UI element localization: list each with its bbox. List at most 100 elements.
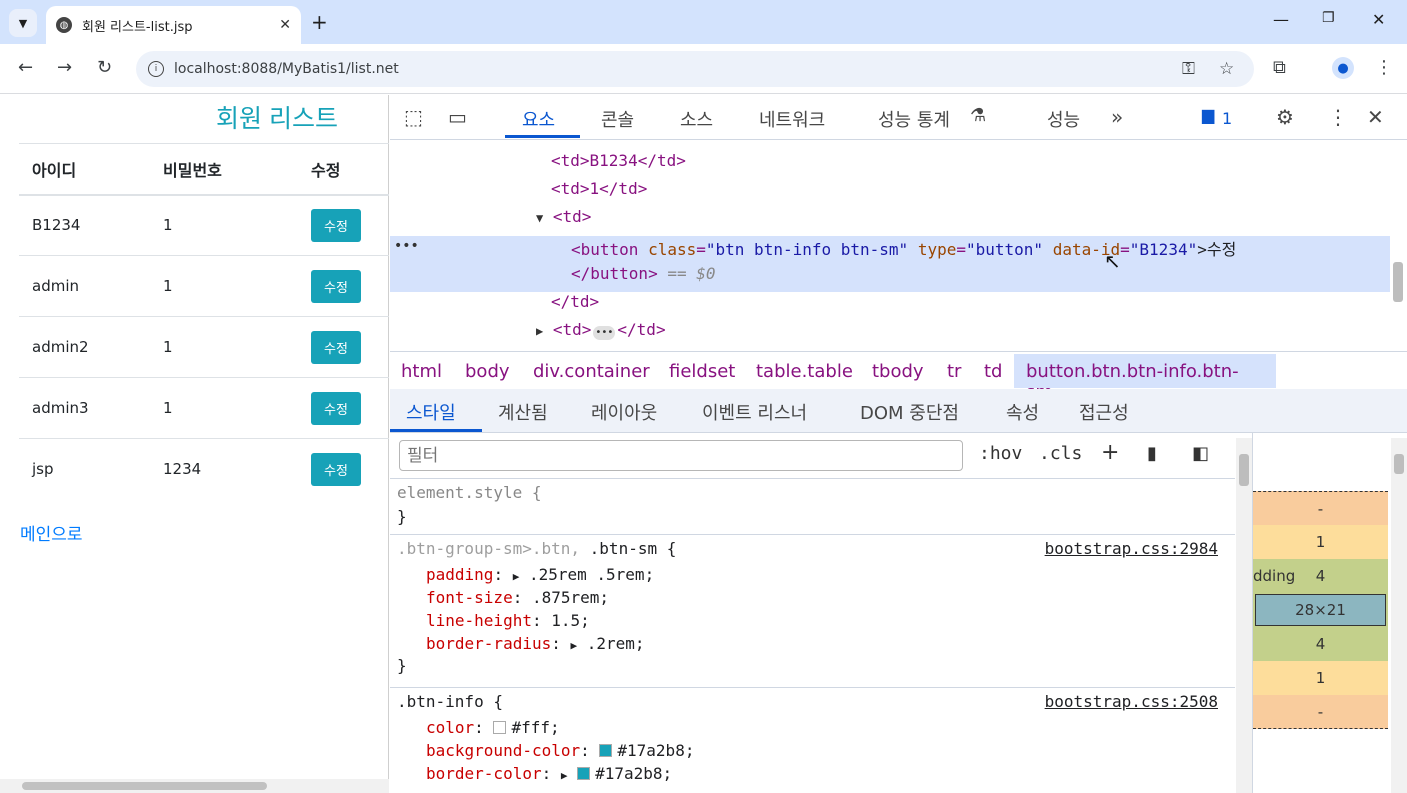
- edit-button[interactable]: 수정: [311, 208, 361, 242]
- devtools-menu-icon[interactable]: ⋮: [1328, 105, 1348, 129]
- new-rule-icon[interactable]: +: [1101, 440, 1119, 465]
- new-tab-button[interactable]: +: [311, 10, 328, 34]
- scrollbar-thumb[interactable]: [1394, 454, 1404, 474]
- css-declaration[interactable]: font-size: .875rem;: [426, 588, 609, 607]
- tab-performance[interactable]: 성능: [1047, 106, 1080, 132]
- edit-button[interactable]: 수정: [311, 269, 361, 303]
- tab-performance-insights[interactable]: 성능 통계: [878, 106, 950, 132]
- box-model-margin-bottom[interactable]: -: [1253, 695, 1388, 729]
- browser-tab[interactable]: ◍ 회원 리스트-list.jsp ✕: [46, 6, 301, 44]
- minimize-button[interactable]: —: [1273, 10, 1289, 29]
- dom-node-line[interactable]: <td>1</td>: [551, 179, 647, 198]
- paint-brush-icon[interactable]: ▮: [1147, 443, 1157, 464]
- rule-selector[interactable]: .btn-info {: [397, 692, 503, 711]
- css-declaration[interactable]: padding: ▶ .25rem .5rem;: [426, 565, 654, 584]
- extensions-icon[interactable]: ⧉: [1273, 57, 1286, 78]
- color-swatch-icon[interactable]: [577, 767, 591, 780]
- box-model-border-bottom[interactable]: 1: [1253, 661, 1388, 695]
- forward-button[interactable]: →: [57, 57, 72, 78]
- settings-gear-icon[interactable]: ⚙: [1276, 105, 1294, 129]
- tab-console[interactable]: 콘솔: [601, 106, 634, 132]
- css-declaration[interactable]: background-color: #17a2b8;: [426, 741, 694, 760]
- box-model-padding[interactable]: dding 4: [1253, 559, 1388, 593]
- tab-accessibility[interactable]: 접근성: [1079, 399, 1129, 425]
- node-actions-icon[interactable]: •••: [394, 238, 419, 254]
- tab-network[interactable]: 네트워크: [759, 106, 825, 132]
- breadcrumb-item[interactable]: fieldset: [669, 361, 735, 382]
- main-page-link[interactable]: 메인으로: [20, 520, 83, 545]
- expand-triangle-icon[interactable]: ▶: [571, 639, 578, 652]
- stylesheet-source-link[interactable]: bootstrap.css:2508: [1045, 692, 1218, 711]
- breadcrumb-item[interactable]: td: [984, 361, 1002, 382]
- toggle-sidebar-icon[interactable]: ◧: [1192, 443, 1209, 464]
- breadcrumb-item[interactable]: div.container: [533, 361, 650, 382]
- expand-triangle-icon[interactable]: ▶: [536, 324, 543, 338]
- key-icon[interactable]: ⚿: [1182, 59, 1195, 79]
- tab-sources[interactable]: 소스: [680, 106, 713, 132]
- color-swatch-icon[interactable]: [493, 721, 507, 734]
- stylesheet-source-link[interactable]: bootstrap.css:2984: [1045, 539, 1218, 558]
- breadcrumb-item[interactable]: table.table: [756, 361, 853, 382]
- css-declaration[interactable]: line-height: 1.5;: [426, 611, 590, 630]
- breadcrumb-item[interactable]: html: [401, 361, 442, 382]
- css-declaration[interactable]: border-radius: ▶ .2rem;: [426, 634, 645, 653]
- tab-styles[interactable]: 스타일: [406, 399, 456, 425]
- dom-node-line[interactable]: <td>B1234</td>: [551, 151, 686, 170]
- tab-elements[interactable]: 요소: [522, 106, 555, 132]
- box-model-border[interactable]: 1: [1253, 525, 1388, 559]
- site-info-icon[interactable]: i: [148, 61, 164, 77]
- collapsed-content-icon[interactable]: •••: [593, 326, 616, 340]
- box-model-padding-bottom[interactable]: 4: [1253, 627, 1388, 661]
- breadcrumb-item[interactable]: tr: [947, 361, 961, 382]
- issues-icon[interactable]: ▆: [1202, 105, 1214, 124]
- dom-node-line[interactable]: </button> == $0: [571, 264, 716, 283]
- hover-state-toggle[interactable]: :hov: [979, 443, 1022, 464]
- tab-computed[interactable]: 계산됨: [498, 399, 548, 425]
- dom-node-line[interactable]: <button class="btn btn-info btn-sm" type…: [571, 236, 1236, 260]
- bookmark-star-icon[interactable]: ☆: [1219, 59, 1234, 79]
- box-model-margin[interactable]: -: [1253, 491, 1388, 525]
- issues-count[interactable]: 1: [1222, 109, 1232, 128]
- box-model-content[interactable]: 28×21: [1255, 594, 1386, 626]
- close-tab-icon[interactable]: ✕: [279, 17, 291, 33]
- styles-scrollbar[interactable]: [1236, 438, 1252, 793]
- reload-button[interactable]: ↻: [97, 57, 112, 78]
- edit-button[interactable]: 수정: [311, 452, 361, 486]
- dom-node-line[interactable]: ▼ <td>: [536, 207, 591, 226]
- box-model-scrollbar[interactable]: [1391, 438, 1407, 793]
- expand-triangle-icon[interactable]: ▶: [513, 570, 520, 583]
- profile-avatar-icon[interactable]: ●: [1332, 57, 1354, 79]
- dom-node-line[interactable]: ▶ <td> ••• </td>: [536, 320, 666, 340]
- css-declaration[interactable]: color: #fff;: [426, 718, 560, 737]
- more-tabs-icon[interactable]: »: [1111, 105, 1123, 129]
- class-toggle[interactable]: .cls: [1039, 443, 1082, 464]
- styles-filter-input[interactable]: [399, 440, 963, 471]
- restore-button[interactable]: ❐: [1322, 10, 1335, 26]
- element-style-selector[interactable]: element.style {: [397, 483, 542, 502]
- tab-properties[interactable]: 속성: [1006, 399, 1039, 425]
- breadcrumb-item[interactable]: tbody: [872, 361, 924, 382]
- breadcrumb-item[interactable]: body: [465, 361, 510, 382]
- device-toolbar-icon[interactable]: ▭: [448, 105, 467, 129]
- scrollbar-thumb[interactable]: [22, 782, 267, 790]
- edit-button[interactable]: 수정: [311, 330, 361, 364]
- close-window-button[interactable]: ✕: [1372, 10, 1385, 29]
- expand-triangle-icon[interactable]: ▶: [561, 769, 568, 782]
- color-swatch-icon[interactable]: [599, 744, 613, 757]
- close-devtools-icon[interactable]: ✕: [1367, 105, 1384, 129]
- tab-layout[interactable]: 레이아웃: [591, 399, 657, 425]
- browser-menu-icon[interactable]: ⋮: [1375, 57, 1393, 78]
- back-button[interactable]: ←: [18, 57, 33, 78]
- css-declaration[interactable]: border-color: ▶ #17a2b8;: [426, 764, 672, 783]
- dom-node-line[interactable]: </td>: [551, 292, 599, 311]
- tab-event-listeners[interactable]: 이벤트 리스너: [702, 399, 807, 425]
- scrollbar-thumb[interactable]: [1239, 454, 1249, 486]
- inspect-element-icon[interactable]: ⬚: [404, 105, 423, 129]
- scrollbar-thumb[interactable]: [1393, 262, 1403, 302]
- expand-triangle-icon[interactable]: ▼: [536, 211, 543, 225]
- tab-search-button[interactable]: ▼: [9, 9, 37, 37]
- page-horizontal-scrollbar[interactable]: [0, 779, 389, 793]
- tab-dom-breakpoints[interactable]: DOM 중단점: [860, 399, 959, 425]
- address-bar[interactable]: i localhost:8088/MyBatis1/list.net ⚿ ☆: [136, 51, 1254, 87]
- rule-selector[interactable]: .btn-group-sm>.btn, .btn-sm {: [397, 539, 676, 558]
